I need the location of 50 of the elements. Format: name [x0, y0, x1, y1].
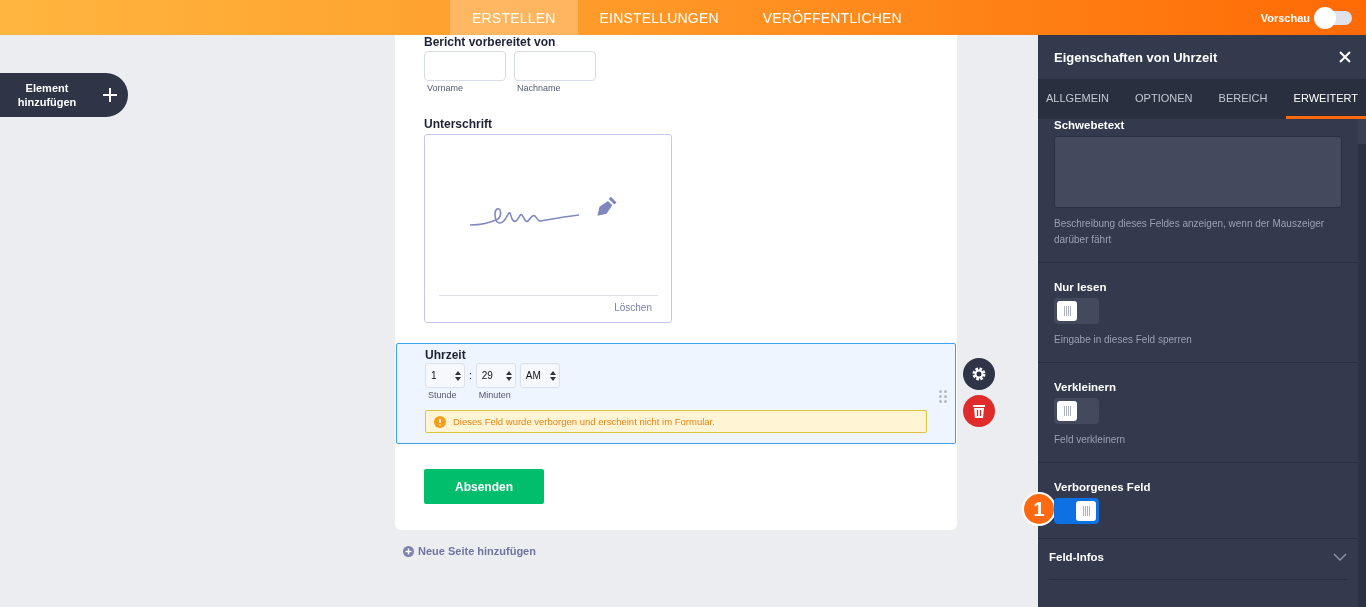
spinner-arrows-icon [549, 369, 556, 382]
hover-text-field[interactable] [1054, 136, 1342, 208]
ampm-spinner[interactable]: AM [519, 363, 560, 388]
field-label: Bericht vorbereitet von [424, 35, 557, 49]
plus-icon [102, 87, 118, 103]
field-sublabel: Vorname [427, 83, 465, 93]
time-separator: : [469, 369, 472, 383]
panel-tab[interactable]: ERWEITERT [1285, 79, 1366, 119]
minute-spinner[interactable]: 29 [475, 363, 516, 388]
drag-handle-icon[interactable] [939, 390, 947, 403]
field-label: Unterschrift [424, 117, 493, 131]
signature-pad[interactable]: Löschen [424, 134, 672, 323]
field-label: Uhrzeit [425, 348, 467, 362]
add-circle-icon [403, 545, 414, 557]
accordion-header[interactable]: Feld-Infos [1049, 547, 1347, 580]
add-page-link[interactable]: Neue Seite hinzufügen [403, 545, 536, 557]
field-sublabel: Nachname [517, 83, 562, 93]
first-name-field[interactable] [424, 51, 506, 81]
chevron-icon [1333, 553, 1347, 561]
setting-label: Verkleinern [1054, 381, 1117, 393]
last-name-field[interactable] [514, 51, 596, 81]
setting-help: Eingabe in dieses Feld sperren [1054, 333, 1193, 347]
setting-label: Nur lesen [1054, 281, 1108, 293]
warning-text: Dieses Feld wurde verborgen und erscheint nicht im Formular. [453, 416, 715, 427]
panel-tab[interactable]: BEREICH [1210, 79, 1276, 119]
spinner-arrows-icon [455, 369, 461, 382]
preview-label: Vorschau [1260, 11, 1310, 24]
clear-link[interactable]: Löschen [614, 302, 652, 313]
toggle-switch[interactable] [1054, 398, 1099, 424]
setting-help: Beschreibung dieses Feldes anzeigen, wenn der Mauszeiger darüber fährt [1054, 217, 1326, 247]
setting-help: Feld verkleinern [1054, 433, 1127, 447]
field-sublabel: Minuten [478, 390, 512, 400]
field-sublabel: Stunde [428, 390, 458, 400]
settings-icon [971, 366, 987, 382]
panel-tab[interactable]: ALLGEMEIN [1038, 79, 1117, 119]
settings-button[interactable] [963, 358, 995, 390]
toggle-switch[interactable] [1054, 298, 1099, 324]
panel-tab[interactable]: OPTIONEN [1127, 79, 1201, 119]
hour-spinner[interactable]: 1 [425, 363, 465, 388]
trash-icon [972, 403, 986, 419]
delete-button[interactable] [963, 395, 995, 427]
setting-label: Verborgenes Feld [1054, 481, 1152, 493]
toggle-switch[interactable] [1054, 498, 1099, 524]
setting-label: Schwebetext [1054, 119, 1126, 131]
scrollbar-thumb[interactable] [1358, 119, 1366, 144]
add-element-button[interactable]: Element hinzufügen [0, 73, 128, 117]
spinner-arrows-icon [505, 369, 512, 382]
close-icon[interactable] [1339, 51, 1351, 63]
warning-icon [434, 415, 446, 428]
panel-title: Eigenschaften von Uhrzeit [1054, 49, 1218, 65]
